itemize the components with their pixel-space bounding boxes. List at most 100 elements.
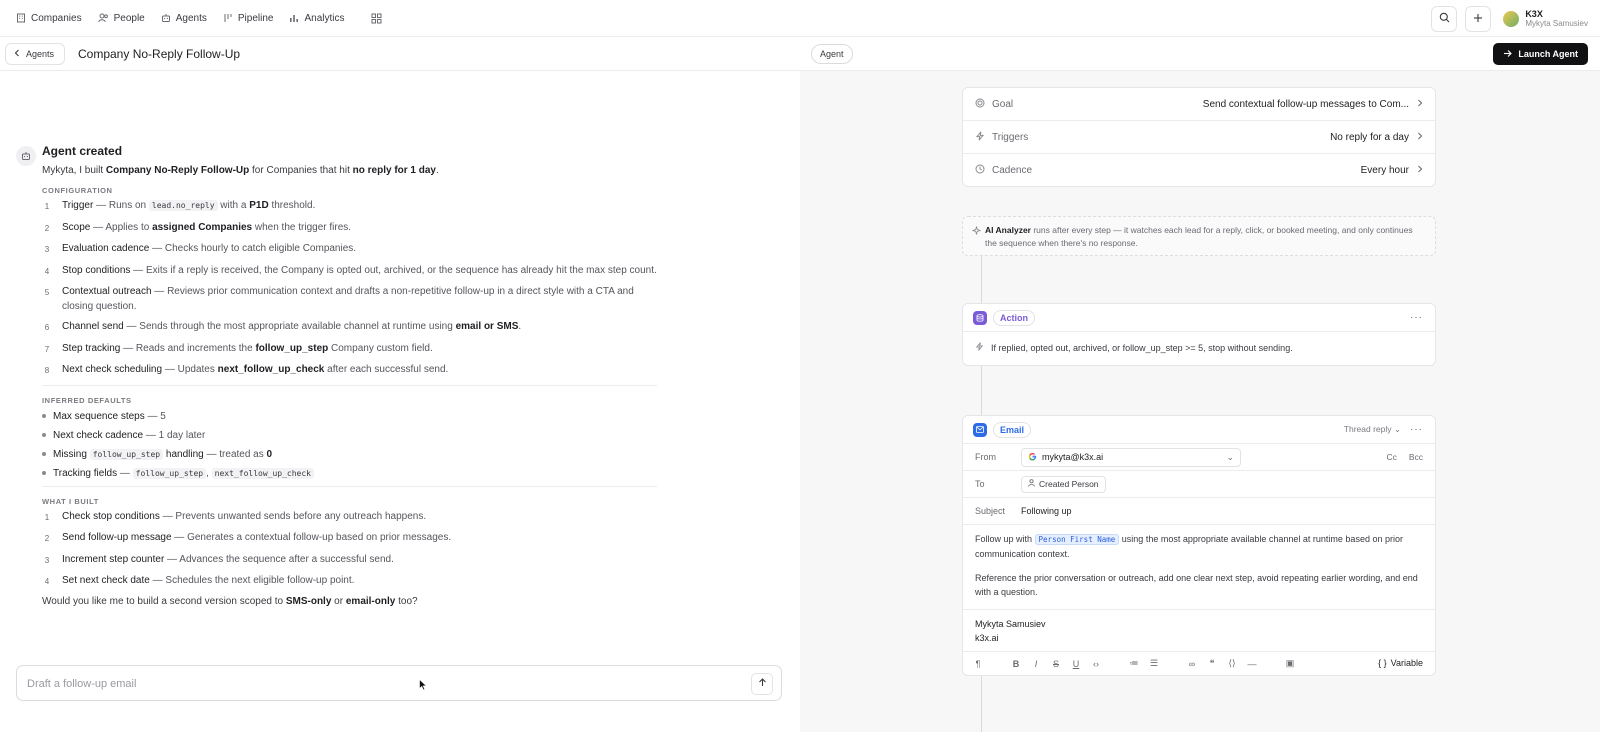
subject-row[interactable]: Subject Following up [963,498,1435,525]
search-button[interactable] [1431,6,1458,32]
mouse-cursor-icon [419,678,428,691]
list-item: 4 Stop conditions — Exits if a reply is r… [44,264,657,276]
email-body-editor[interactable]: Follow up with Person First Name using t… [963,525,1435,599]
top-right-controls: K3X Mykyta Samusiev [1431,6,1588,32]
bcc-button[interactable]: Bcc [1409,452,1423,462]
italic-icon[interactable]: I [1031,658,1041,670]
list-item: 8 Next check scheduling — Updates next_fo… [44,364,449,375]
list-item: 3 Evaluation cadence — Checks hourly to c… [44,243,357,254]
robot-icon [16,146,36,166]
email-tag: Email [993,421,1032,438]
top-nav-bar: Companies People Agents Pipeline Analyti… [0,0,1600,37]
chevron-left-icon [14,49,20,59]
body-paragraph: Reference the prior conversation or outr… [975,573,1418,597]
chat-input[interactable] [27,675,727,693]
back-button-label: Agents [26,49,55,59]
search-icon [1439,12,1450,26]
from-label: From [975,452,996,462]
grid-icon[interactable] [368,10,384,26]
paragraph-icon[interactable]: ¶ [973,658,983,670]
list-item: Missing follow_up_step handling — treate… [42,448,657,461]
nav-item-label: Pipeline [237,12,274,24]
editor-toolbar: ¶ B I S U ‹› ≔ ☰ ∞ ❝ ⟨⟩ — ▣ { } Variable [963,651,1435,675]
list-item: 5 Contextual outreach — Reviews prior com… [44,286,634,312]
nav-item-label: People [113,12,145,24]
from-select[interactable]: mykyta@k3x.ai ⌄ [1021,447,1241,467]
org-name: K3X [1525,9,1543,19]
configuration-list: 1 Trigger — Runs on lead.no_reply with a … [42,199,657,379]
nav-item-pipeline[interactable]: Pipeline [223,12,274,24]
people-icon [97,13,109,23]
list-item: Tracking fields — follow_up_step, next_f… [42,467,657,480]
chat-composer [16,665,782,701]
clock-icon [975,164,985,177]
to-recipient-chip[interactable]: Created Person [1021,475,1106,493]
bold-icon[interactable]: B [1011,658,1021,670]
horizontal-rule-icon[interactable]: — [1247,658,1257,670]
database-icon [973,310,987,325]
person-first-name-variable[interactable]: Person First Name [1034,534,1120,545]
arrow-right-icon [1503,49,1513,60]
thread-mode-dropdown[interactable]: Thread reply ⌄ [1344,424,1401,435]
more-options-icon[interactable]: ··· [1410,312,1423,323]
page-header: Agents Company No-Reply Follow-Up Agent … [0,37,1600,71]
numbered-list-icon[interactable]: ☰ [1149,658,1159,670]
strikethrough-icon[interactable]: S [1051,658,1061,670]
nav-item-agents[interactable]: Agents [161,13,207,24]
pipeline-icon [223,13,233,23]
goal-row[interactable]: Goal Send contextual follow-up messages … [963,88,1435,121]
body-paragraph: Follow up with Person First Name using t… [975,534,1403,559]
agent-message: Agent created Mykyta, I built Company No… [42,144,657,607]
back-to-agents-button[interactable]: Agents [5,43,66,65]
list-item: 1 Check stop conditions — Prevents unwant… [44,510,427,522]
closing-question: Would you like me to build a second vers… [42,595,418,607]
target-icon [975,98,985,111]
nav-item-label: Analytics [304,12,345,24]
workflow-canvas: Goal Send contextual follow-up messages … [800,71,1600,732]
triggers-row[interactable]: Triggers No reply for a day [963,121,1435,154]
image-icon[interactable]: ▣ [1285,658,1295,670]
list-item: Max sequence steps — 5 [42,410,657,423]
agent-tab-pill[interactable]: Agent [811,44,853,64]
chevron-right-icon [1417,165,1423,176]
chevron-right-icon [1417,99,1423,110]
nav-item-companies[interactable]: Companies [16,13,82,24]
cadence-row[interactable]: Cadence Every hour [963,154,1435,187]
more-options-icon[interactable]: ··· [1410,424,1423,435]
connector-line [981,366,982,415]
send-button[interactable] [751,673,773,695]
robot-icon [161,13,171,23]
variable-label: Variable [1390,658,1423,668]
list-item: 1 Trigger — Runs on lead.no_reply with a … [44,200,316,211]
configuration-label: CONFIGURATION [42,186,113,195]
divider [42,384,657,386]
goal-label: Goal [992,98,1014,110]
action-tag: Action [993,309,1035,326]
cc-button[interactable]: Cc [1386,452,1396,462]
subject-label: Subject [975,506,1006,516]
code-icon[interactable]: ‹› [1091,658,1101,670]
link-icon[interactable]: ∞ [1187,658,1197,670]
mail-icon [973,422,987,437]
add-button[interactable] [1465,6,1492,32]
user-menu[interactable]: K3X Mykyta Samusiev [1503,9,1588,29]
from-value: mykyta@k3x.ai [1042,452,1104,462]
nav-item-people[interactable]: People [97,12,145,24]
quote-icon[interactable]: ❝ [1207,658,1217,670]
action-step-card[interactable]: Action ··· If replied, opted out, archiv… [962,303,1436,366]
cadence-label: Cadence [992,165,1033,176]
triggers-value: No reply for a day [1330,131,1409,143]
list-item: 2 Scope — Applies to assigned Companies w… [44,221,352,233]
bullet-list-icon[interactable]: ≔ [1129,658,1139,670]
page-title: Company No-Reply Follow-Up [78,47,241,61]
building-icon [16,13,26,23]
divider [42,485,657,487]
insert-variable-button[interactable]: { } Variable [1378,658,1423,668]
launch-agent-button[interactable]: Launch Agent [1493,43,1588,65]
underline-icon[interactable]: U [1071,658,1081,670]
triggers-label: Triggers [992,131,1029,143]
plus-icon [1473,13,1483,26]
to-label: To [975,479,985,489]
nav-item-analytics[interactable]: Analytics [289,13,344,24]
code-block-icon[interactable]: ⟨⟩ [1227,658,1237,670]
